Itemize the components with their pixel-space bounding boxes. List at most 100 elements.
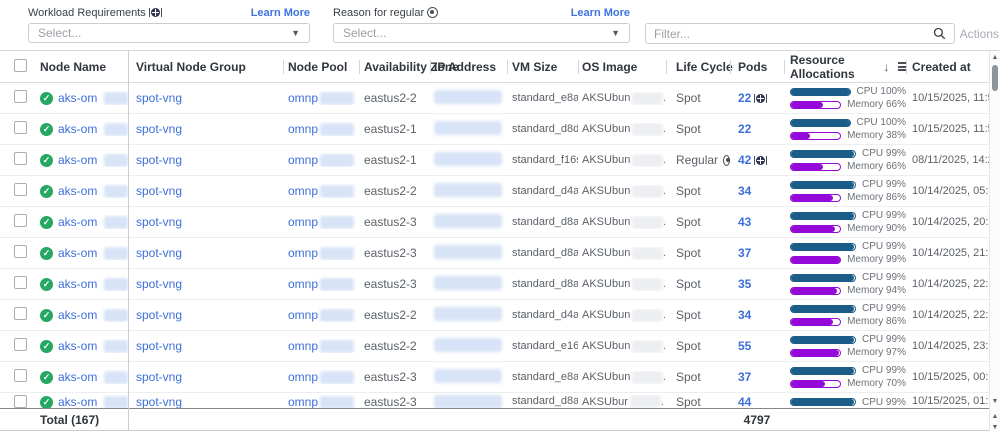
node-pool-link[interactable]: omnp [288,277,318,291]
life-cycle-value: Spot [676,370,701,384]
redacted-ip-address [434,121,502,135]
reason-for-regular-select[interactable]: Select... ▼ [333,23,630,43]
footer-scroll-down-icon[interactable]: ▼ [990,424,1000,431]
created-at-value: 10/14/2025, 22:5... [906,309,989,321]
node-pool-link[interactable]: omnp [288,339,318,353]
pods-count-link[interactable]: 34 [738,308,751,322]
pods-count-link[interactable]: 55 [738,339,751,353]
row-checkbox[interactable] [14,183,27,196]
workload-requirements-select[interactable]: Select... ▼ [28,23,310,43]
pods-count-link[interactable]: 37 [738,370,751,384]
column-menu-icon[interactable] [898,62,906,71]
created-at-value: 10/14/2025, 23:1... [906,340,989,352]
table-row: ✓ aks-om spot-vng omnp eastus2-3 standar… [0,362,989,393]
virtual-node-group-link[interactable]: spot-vng [136,153,182,167]
node-pool-link[interactable]: omnp [288,246,318,260]
select-all-checkbox[interactable] [14,59,27,72]
workload-requirements-learn-more-link[interactable]: Learn More [251,7,310,19]
node-name-link[interactable]: aks-om [58,153,97,167]
reason-for-regular-learn-more-link[interactable]: Learn More [571,7,630,19]
scrollbar-thumb[interactable] [992,65,998,91]
node-pool-link[interactable]: omnp [288,370,318,384]
memory-usage-bar [790,225,841,233]
virtual-node-group-link[interactable]: spot-vng [136,122,182,136]
footer-scroll-up-icon[interactable]: ▲ [990,413,1000,421]
node-pool-link[interactable]: omnp [288,215,318,229]
pods-count-link[interactable]: 34 [738,184,751,198]
virtual-node-group-link[interactable]: spot-vng [136,215,182,229]
row-checkbox[interactable] [14,152,27,165]
node-pool-link[interactable]: omnp [288,308,318,322]
virtual-node-group-link[interactable]: spot-vng [136,246,182,260]
row-checkbox[interactable] [14,214,27,227]
sort-descending-icon[interactable]: ↓ [883,60,889,74]
node-name-link[interactable]: aks-om [58,91,97,105]
node-pool-link[interactable]: omnp [288,184,318,198]
life-cycle-value: Spot [676,339,701,353]
workload-requirements-select-placeholder: Select... [38,26,81,40]
node-name-link[interactable]: aks-om [58,184,97,198]
created-at-value: 10/15/2025, 11:53... [906,123,989,135]
pods-total-value: 4797 [730,413,784,427]
node-pool-link[interactable]: omnp [288,91,318,105]
availability-zone-value: eastus2-2 [359,308,430,322]
resource-allocations-cell: CPU 99% Memory 70% [784,364,906,391]
node-pool-link[interactable]: omnp [288,122,318,136]
redacted-node-name [104,185,128,198]
node-name-link[interactable]: aks-om [58,277,97,291]
cpu-usage-label: CPU 99% [862,334,906,345]
memory-usage-label: Memory 86% [847,192,906,203]
node-healthy-icon: ✓ [40,340,53,353]
scroll-down-icon[interactable]: ▼ [990,398,1000,406]
redacted-node-name [104,340,128,353]
node-healthy-icon: ✓ [40,309,53,322]
node-name-link[interactable]: aks-om [58,246,97,260]
virtual-node-group-link[interactable]: spot-vng [136,308,182,322]
virtual-node-group-link[interactable]: spot-vng [136,395,182,409]
virtual-node-group-link[interactable]: spot-vng [136,277,182,291]
pods-count-link[interactable]: 44 [738,395,751,409]
virtual-node-group-link[interactable]: spot-vng [136,339,182,353]
virtual-node-group-link[interactable]: spot-vng [136,91,182,105]
scroll-up-icon[interactable]: ▲ [990,54,1000,62]
pods-count-link[interactable]: 37 [738,246,751,260]
actions-button[interactable]: Actions [960,27,999,41]
pods-count-link[interactable]: 43 [738,215,751,229]
node-name-link[interactable]: aks-om [58,395,97,409]
node-name-link[interactable]: aks-om [58,215,97,229]
row-checkbox[interactable] [14,369,27,382]
reason-for-regular-group: Reason for regular Learn More Select... … [333,6,630,43]
life-cycle-value: Spot [676,215,701,229]
cpu-usage-label: CPU 99% [862,241,906,252]
pods-count-link[interactable]: 22 [738,122,751,136]
resource-allocations-cell: CPU 99% Memory 94% [784,271,906,298]
redacted-os-image [632,371,663,384]
row-checkbox[interactable] [14,121,27,134]
node-name-link[interactable]: aks-om [58,370,97,384]
pods-count-link[interactable]: 22 [738,91,751,105]
row-checkbox[interactable] [14,90,27,103]
node-name-link[interactable]: aks-om [58,308,97,322]
created-at-value: 10/14/2025, 05:1... [906,185,989,197]
redacted-ip-address [434,183,502,197]
node-name-link[interactable]: aks-om [58,122,97,136]
row-checkbox[interactable] [14,307,27,320]
pods-count-link[interactable]: 42 [738,153,751,167]
row-checkbox[interactable] [14,245,27,258]
row-checkbox[interactable] [14,276,27,289]
node-healthy-icon: ✓ [40,123,53,136]
node-pool-link[interactable]: omnp [288,395,318,409]
search-icon[interactable] [933,27,946,40]
vertical-scrollbar[interactable]: ▲ ▼ ▲ ▼ [989,51,1000,431]
node-pool-link[interactable]: omnp [288,153,318,167]
os-image-value: AKSUbun [582,371,630,383]
pods-count-link[interactable]: 35 [738,277,751,291]
created-at-value: 08/11/2025, 14:2... [906,154,989,166]
cpu-usage-bar [790,274,856,282]
filter-input[interactable] [654,27,933,41]
row-checkbox[interactable] [14,395,27,408]
node-name-link[interactable]: aks-om [58,339,97,353]
virtual-node-group-link[interactable]: spot-vng [136,370,182,384]
row-checkbox[interactable] [14,338,27,351]
virtual-node-group-link[interactable]: spot-vng [136,184,182,198]
